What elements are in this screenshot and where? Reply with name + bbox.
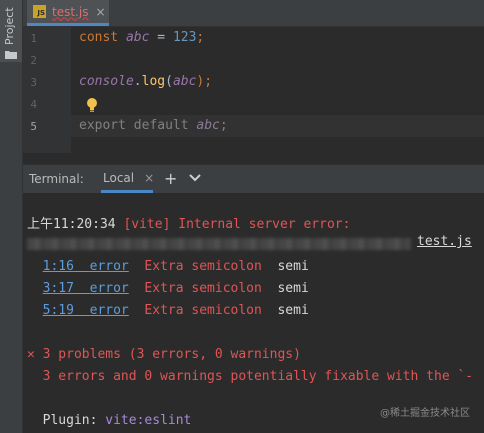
file-link[interactable]: test.js bbox=[417, 234, 472, 249]
project-label: Project bbox=[3, 7, 16, 45]
tab-filename: test.js bbox=[52, 4, 89, 19]
tab-local[interactable]: Local × bbox=[101, 165, 154, 193]
problem-rule: semi bbox=[277, 259, 309, 274]
redacted-path bbox=[27, 238, 411, 250]
fixable-text: 3 errors and 0 warnings potentially fixa… bbox=[42, 369, 474, 384]
tab-local-label: Local bbox=[103, 170, 135, 185]
line-number: 4 bbox=[30, 98, 37, 111]
plugin-label: Plugin: bbox=[42, 413, 98, 428]
problem-summary: ✕ 3 problems (3 errors, 0 warnings) bbox=[27, 347, 301, 362]
global-object: console bbox=[79, 74, 134, 89]
error-header-line: 上午11:20:34 [vite] Internal server error: bbox=[27, 213, 350, 232]
problem-location-link[interactable]: 3:17 error bbox=[43, 281, 129, 296]
fixable-line: 3 errors and 0 warnings potentially fixa… bbox=[27, 369, 473, 384]
terminal-output[interactable]: 上午11:20:34 [vite] Internal server error:… bbox=[23, 193, 484, 433]
error-x-icon: ✕ bbox=[27, 347, 35, 362]
dot: . bbox=[133, 74, 142, 89]
summary-text: 3 problems (3 errors, 0 warnings) bbox=[42, 347, 301, 362]
editor-tab-bar: JS test.js × bbox=[23, 0, 484, 27]
problem-message: Extra semicolon bbox=[144, 281, 262, 296]
tool-window-strip: Project bbox=[0, 0, 23, 433]
line-gutter: 1 2 3 4 5 bbox=[23, 27, 71, 153]
semicolon: ; bbox=[219, 118, 228, 133]
number-literal: 123 bbox=[172, 30, 197, 45]
problem-rule: semi bbox=[277, 303, 309, 318]
javascript-file-icon: JS bbox=[33, 5, 46, 18]
variable: abc bbox=[196, 118, 220, 133]
line-number: 1 bbox=[30, 32, 37, 45]
tab-test-js[interactable]: JS test.js × bbox=[27, 0, 109, 26]
method-name: log bbox=[141, 74, 166, 89]
problem-location-link[interactable]: 5:19 error bbox=[43, 303, 129, 318]
close-tab-icon[interactable]: × bbox=[144, 171, 154, 185]
variable: abc bbox=[125, 30, 150, 45]
timestamp: 上午11:20:34 bbox=[27, 217, 116, 232]
line-number: 5 bbox=[30, 120, 37, 133]
watermark: @稀土掘金技术社区 bbox=[380, 408, 470, 419]
keyword: const bbox=[79, 30, 119, 45]
line-number: 3 bbox=[30, 76, 37, 89]
code-line-3: console.log(abc); bbox=[79, 74, 212, 89]
lightbulb-icon[interactable] bbox=[86, 97, 98, 113]
chevron-down-icon[interactable] bbox=[188, 172, 202, 184]
problem-location-link[interactable]: 1:16 error bbox=[43, 259, 129, 274]
problem-row: 5:19 error Extra semicolon semi bbox=[27, 303, 309, 318]
project-tool-button[interactable]: Project bbox=[0, 0, 22, 62]
problem-row: 1:16 error Extra semicolon semi bbox=[27, 259, 309, 274]
vite-error-message: [vite] Internal server error: bbox=[123, 217, 351, 232]
argument: abc bbox=[172, 74, 197, 89]
export-statement: export default bbox=[79, 118, 197, 133]
code-line-1: const abc = 123; bbox=[79, 30, 204, 45]
problem-rule: semi bbox=[277, 281, 309, 296]
semicolon: ; bbox=[196, 30, 205, 45]
terminal-toolbar: Terminal: Local × + bbox=[23, 164, 484, 193]
paren-open: ( bbox=[165, 74, 173, 89]
line-number: 2 bbox=[30, 54, 37, 67]
operator: = bbox=[149, 30, 173, 45]
folder-icon bbox=[5, 51, 17, 59]
problem-message: Extra semicolon bbox=[144, 259, 262, 274]
problem-message: Extra semicolon bbox=[144, 303, 262, 318]
paren-close: ); bbox=[196, 74, 213, 89]
plugin-line: Plugin: vite:eslint bbox=[27, 413, 192, 428]
problem-row: 3:17 error Extra semicolon semi bbox=[27, 281, 309, 296]
code-editor[interactable]: 1 2 3 4 5 const abc = 123; console.log(a… bbox=[23, 27, 484, 153]
close-tab-icon[interactable]: × bbox=[95, 5, 105, 19]
terminal-title: Terminal: bbox=[29, 172, 84, 186]
new-terminal-button[interactable]: + bbox=[164, 169, 177, 188]
plugin-name: vite:eslint bbox=[105, 413, 192, 428]
code-line-5: export default abc; bbox=[79, 118, 228, 133]
